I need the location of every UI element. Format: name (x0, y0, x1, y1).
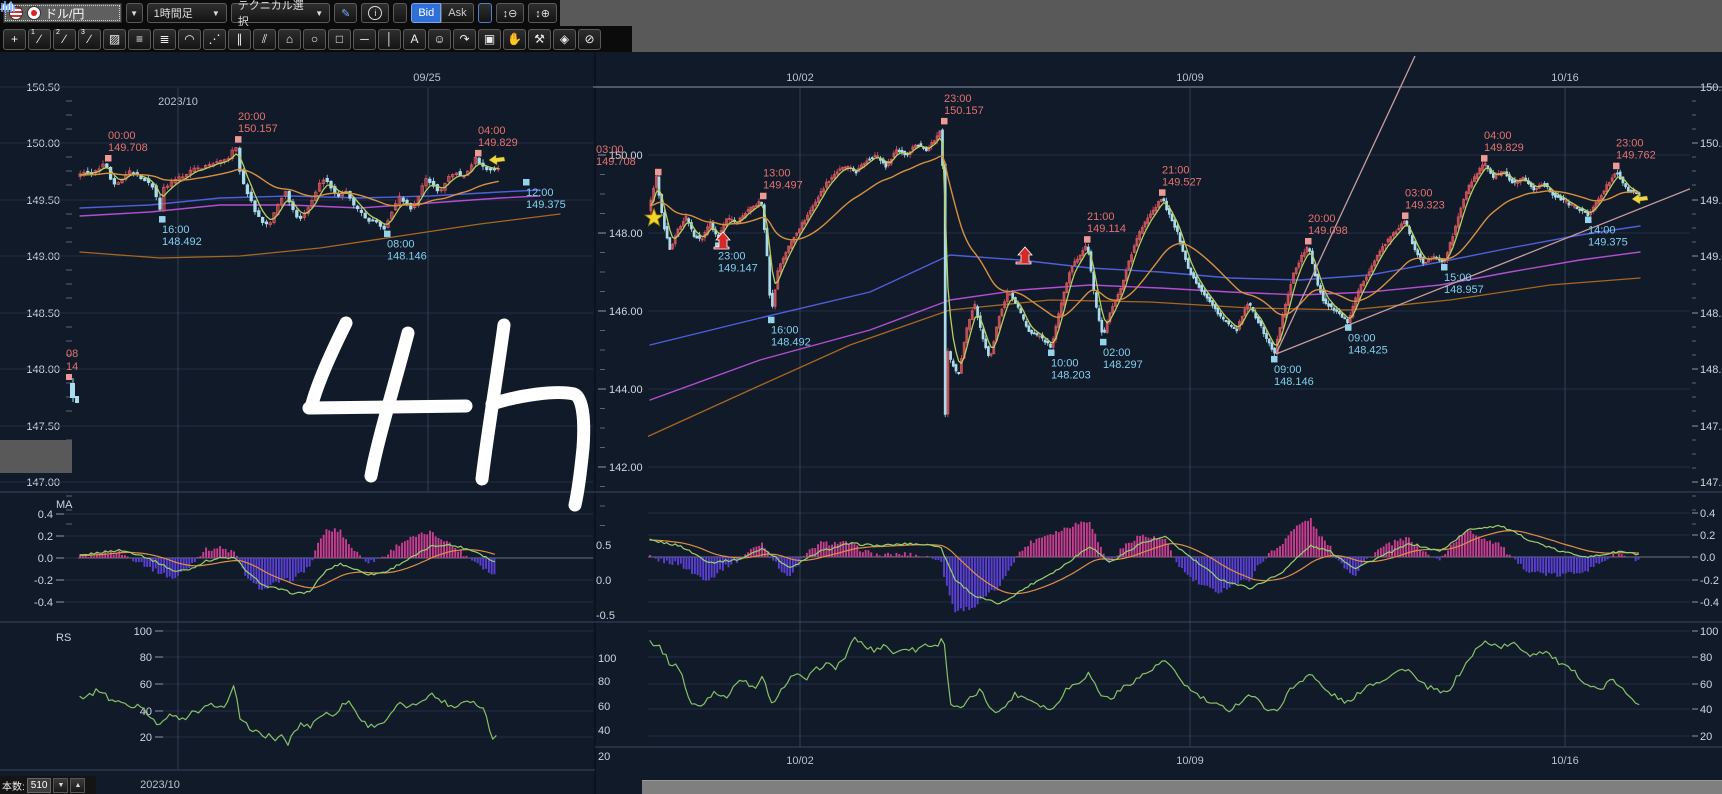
bar-chart-icon (0, 0, 15, 12)
bar-count-decrease-button[interactable]: ▼ (53, 778, 68, 793)
bar-count-value: 510 (27, 778, 52, 793)
bar-count-label: 本数: (2, 778, 25, 793)
bar-count-statusbar: 本数: 510 ▼ ▲ (0, 776, 96, 794)
chart-window-1h[interactable] (595, 52, 1722, 794)
background-gap (0, 440, 72, 473)
horizontal-scrollbar[interactable] (642, 780, 1722, 794)
chart-window-4h[interactable] (0, 52, 595, 794)
bar-count-increase-button[interactable]: ▲ (70, 778, 85, 793)
trading-app: 09/2510/0210/0910/16150.50150.00149.5014… (0, 0, 1722, 794)
